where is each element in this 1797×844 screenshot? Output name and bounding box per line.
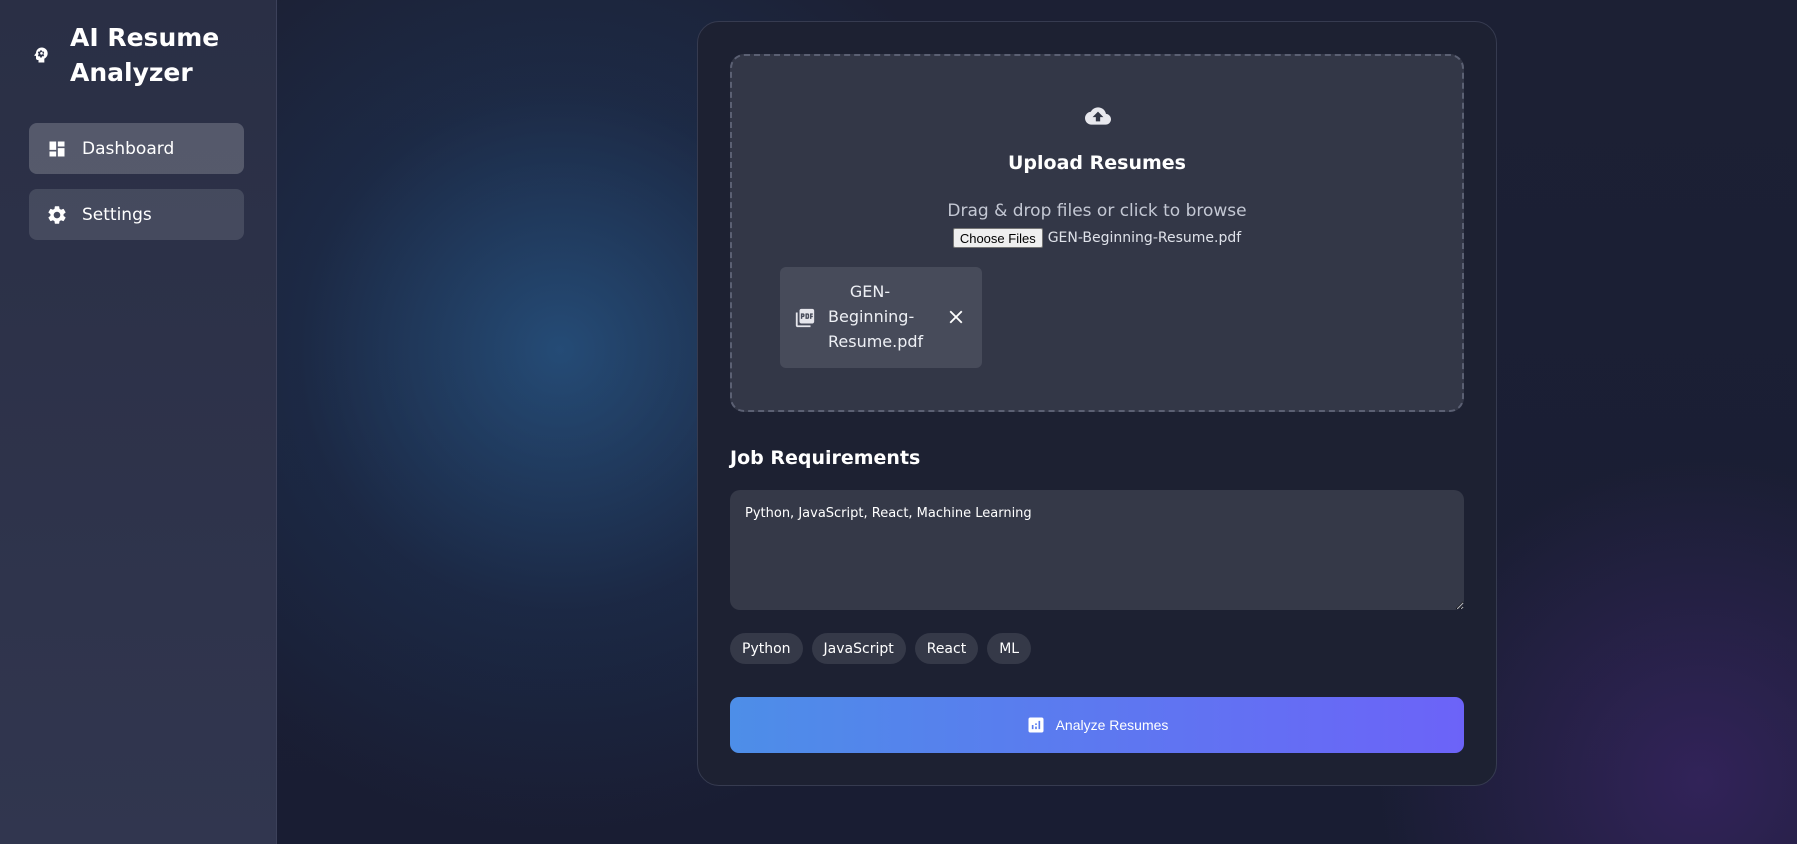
brain-icon — [30, 44, 52, 66]
sidebar-item-settings[interactable]: Settings — [29, 189, 244, 240]
job-requirements-title: Job Requirements — [730, 447, 921, 469]
sidebar-item-label: Settings — [82, 204, 152, 225]
chosen-file-name: GEN-Beginning-Resume.pdf — [1047, 230, 1242, 246]
analyze-resumes-button[interactable]: Analyze Resumes — [730, 697, 1464, 753]
main-panel: Upload Resumes Drag & drop files or clic… — [697, 21, 1497, 786]
skill-tags: Python JavaScript React ML — [730, 633, 1032, 664]
file-chip: GEN-Beginning-Resume.pdf — [780, 267, 982, 368]
upload-dropzone[interactable]: Upload Resumes Drag & drop files or clic… — [730, 54, 1464, 412]
file-name: GEN-Beginning-Resume.pdf — [828, 282, 924, 351]
brand: AI Resume Analyzer — [30, 20, 260, 90]
analyze-label: Analyze Resumes — [1055, 717, 1169, 733]
tag-javascript[interactable]: JavaScript — [811, 633, 906, 664]
sidebar-item-label: Dashboard — [82, 138, 175, 159]
dashboard-icon — [46, 138, 68, 160]
app-title: AI Resume Analyzer — [70, 23, 220, 87]
sidebar-item-dashboard[interactable]: Dashboard — [29, 123, 244, 174]
analytics-icon — [1026, 715, 1046, 735]
choose-files-button[interactable]: Choose Files — [952, 228, 1043, 248]
upload-hint: Drag & drop files or click to browse — [947, 201, 1247, 221]
requirements-textarea[interactable]: Python, JavaScript, React, Machine Learn… — [730, 490, 1464, 610]
file-input[interactable]: Choose Files GEN-Beginning-Resume.pdf — [732, 228, 1462, 248]
tag-react[interactable]: React — [914, 633, 979, 664]
close-icon[interactable] — [945, 306, 967, 328]
tag-ml[interactable]: ML — [987, 633, 1032, 664]
pdf-icon — [794, 307, 816, 329]
sidebar: AI Resume Analyzer Dashboard Settings — [0, 0, 277, 844]
upload-title: Upload Resumes — [1008, 152, 1186, 174]
tag-python[interactable]: Python — [730, 633, 803, 664]
cloud-upload-icon — [1085, 106, 1111, 126]
gear-icon — [46, 204, 68, 226]
